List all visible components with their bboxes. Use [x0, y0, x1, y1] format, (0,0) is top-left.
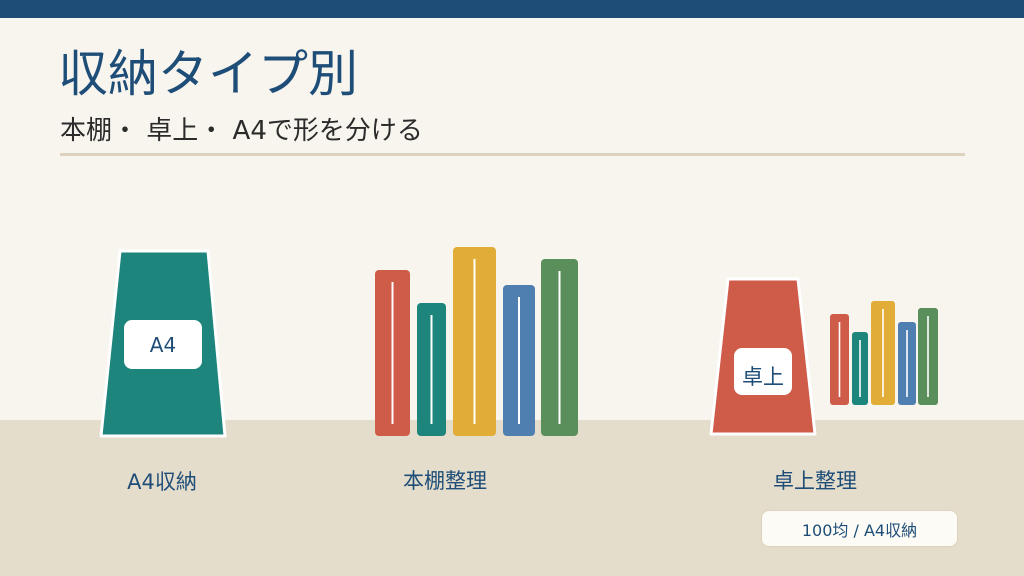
bookshelf-label: 本棚整理 [403, 469, 487, 493]
mini-book-teal [852, 332, 868, 405]
bookshelf-books-icon [375, 247, 578, 436]
book-blue [503, 285, 535, 436]
desk-tag-text: 卓上 [742, 365, 784, 389]
book-teal [417, 303, 446, 436]
book-red [375, 270, 410, 436]
desk-organizer-icon: 卓上 [709, 277, 938, 436]
category-badge: 100均 / A4収納 [761, 510, 958, 547]
mini-book-blue [898, 322, 916, 405]
mini-book-green [918, 308, 938, 405]
a4-file-box-icon: A4 [99, 249, 227, 438]
slide: 収納タイプ別 本棚・ 卓上・ A4で形を分ける A4 卓上 A4収納 本棚整理 … [0, 0, 1024, 576]
book-yellow [453, 247, 496, 436]
a4-tag-text: A4 [150, 333, 176, 357]
a4-storage-label: A4収納 [127, 470, 197, 494]
book-green [541, 259, 578, 436]
desk-organizer-label: 卓上整理 [773, 469, 857, 493]
mini-book-yellow [871, 301, 895, 405]
mini-book-red [830, 314, 849, 405]
